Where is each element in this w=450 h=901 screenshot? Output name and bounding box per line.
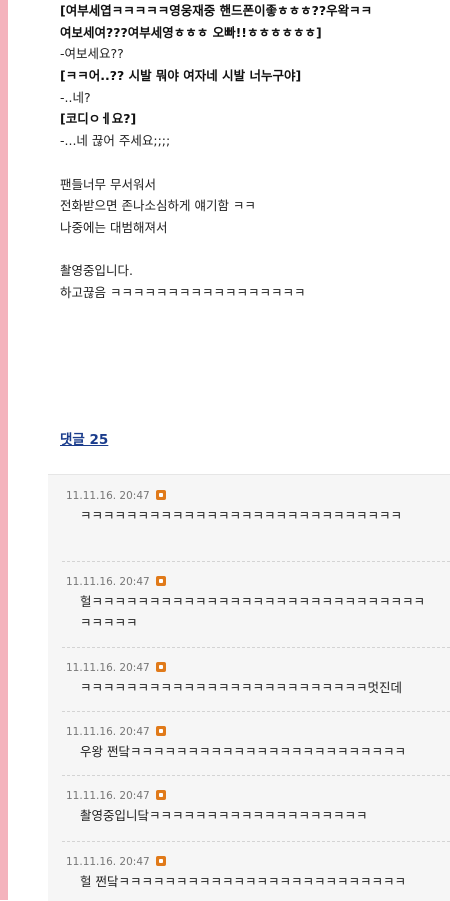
comment-divider: [62, 561, 450, 562]
comment-text: 헐 쩐닼ㅋㅋㅋㅋㅋㅋㅋㅋㅋㅋㅋㅋㅋㅋㅋㅋㅋㅋㅋㅋㅋㅋㅋㅋㅋ: [80, 874, 406, 889]
comments-count-link[interactable]: 댓글 25: [60, 428, 108, 448]
comment-text: 촬영중입니닼ㅋㅋㅋㅋㅋㅋㅋㅋㅋㅋㅋㅋㅋㅋㅋㅋㅋㅋㅋ: [80, 808, 368, 823]
post-text-line: -..네?: [60, 89, 91, 105]
comment-text: ㅋㅋㅋㅋㅋㅋㅋㅋㅋㅋㅋㅋㅋㅋㅋㅋㅋㅋㅋㅋㅋㅋㅋㅋㅋ멋진데: [80, 680, 403, 695]
post-text-line: 하고끊음 ㅋㅋㅋㅋㅋㅋㅋㅋㅋㅋㅋㅋㅋㅋㅋㅋㅋ: [60, 284, 306, 300]
reply-icon[interactable]: [155, 726, 166, 736]
post-text-line: 팬들너무 무서워서: [60, 176, 156, 192]
comment-divider: [62, 711, 450, 712]
post-text-line: 촬영중입니다.: [60, 263, 133, 279]
comment-timestamp: 11.11.16. 20:47: [66, 662, 150, 674]
comment-meta: 11.11.16. 20:47: [66, 487, 450, 505]
comment-meta: 11.11.16. 20:47: [66, 787, 450, 805]
comment-item: 11.11.16. 20:47 ㅋㅋㅋㅋㅋㅋㅋㅋㅋㅋㅋㅋㅋㅋㅋㅋㅋㅋㅋㅋㅋㅋㅋㅋㅋ…: [66, 487, 450, 526]
left-border-stripe: [0, 0, 8, 900]
comment-timestamp: 11.11.16. 20:47: [66, 856, 150, 868]
comment-item: 11.11.16. 20:47 우왕 쩐닼ㅋㅋㅋㅋㅋㅋㅋㅋㅋㅋㅋㅋㅋㅋㅋㅋㅋㅋㅋㅋ…: [66, 723, 450, 762]
comment-text: 우왕 쩐닼ㅋㅋㅋㅋㅋㅋㅋㅋㅋㅋㅋㅋㅋㅋㅋㅋㅋㅋㅋㅋㅋㅋㅋㅋ: [80, 744, 406, 759]
reply-icon[interactable]: [155, 856, 166, 866]
comment-timestamp: 11.11.16. 20:47: [66, 490, 150, 502]
comment-timestamp: 11.11.16. 20:47: [66, 726, 150, 738]
comment-item: 11.11.16. 20:47 촬영중입니닼ㅋㅋㅋㅋㅋㅋㅋㅋㅋㅋㅋㅋㅋㅋㅋㅋㅋㅋㅋ: [66, 787, 450, 826]
comment-meta: 11.11.16. 20:47: [66, 723, 450, 741]
post-text-line: [ㅋㅋ어..?? 시발 뭐야 여자네 시발 너누구야]: [60, 68, 302, 84]
comment-list: 11.11.16. 20:47 ㅋㅋㅋㅋㅋㅋㅋㅋㅋㅋㅋㅋㅋㅋㅋㅋㅋㅋㅋㅋㅋㅋㅋㅋㅋ…: [48, 474, 450, 901]
comment-divider: [62, 841, 450, 842]
post-text-line: -여보세요??: [60, 46, 124, 62]
post-text-line: 나중에는 대범해져서: [60, 219, 168, 235]
reply-icon[interactable]: [155, 790, 166, 800]
post-text-line: [여부세엽ㅋㅋㅋㅋㅋ영웅재중 핸드폰이좋ㅎㅎㅎ??우왁ㅋㅋ: [60, 3, 373, 18]
comment-timestamp: 11.11.16. 20:47: [66, 576, 150, 588]
comment-timestamp: 11.11.16. 20:47: [66, 790, 150, 802]
reply-icon[interactable]: [155, 490, 166, 500]
post-text-line: -...네 끊어 주세요;;;;: [60, 133, 171, 149]
comment-meta: 11.11.16. 20:47: [66, 659, 450, 677]
comment-meta: 11.11.16. 20:47: [66, 853, 450, 871]
comment-divider: [62, 775, 450, 776]
comment-text: ㅋㅋㅋㅋㅋㅋㅋㅋㅋㅋㅋㅋㅋㅋㅋㅋㅋㅋㅋㅋㅋㅋㅋㅋㅋㅋㅋㅋ: [80, 508, 403, 523]
comment-divider: [62, 647, 450, 648]
post-text-line: 전화받으면 존나소심하게 얘기함 ㅋㅋ: [60, 198, 256, 214]
post-text-line: [코디ㅇㅔ요?]: [60, 111, 137, 127]
comment-text: ㅋㅋㅋㅋㅋ: [80, 615, 138, 630]
comment-item: 11.11.16. 20:47 ㅋㅋㅋㅋㅋㅋㅋㅋㅋㅋㅋㅋㅋㅋㅋㅋㅋㅋㅋㅋㅋㅋㅋㅋㅋ…: [66, 659, 450, 698]
post-text-line: 여보세여???여부세영ㅎㅎㅎ 오빠!!ㅎㅎㅎㅎㅎㅎ]: [60, 24, 322, 40]
reply-icon[interactable]: [155, 662, 166, 672]
reply-icon[interactable]: [155, 576, 166, 586]
comment-meta: 11.11.16. 20:47: [66, 573, 450, 591]
post-body: [여부세엽ㅋㅋㅋㅋㅋ영웅재중 핸드폰이좋ㅎㅎㅎ??우왁ㅋㅋ 여보세여???여부세영…: [60, 0, 450, 304]
comment-text: 헐ㅋㅋㅋㅋㅋㅋㅋㅋㅋㅋㅋㅋㅋㅋㅋㅋㅋㅋㅋㅋㅋㅋㅋㅋㅋㅋㅋㅋㅋ: [80, 594, 426, 609]
comment-item: 11.11.16. 20:47 헐ㅋㅋㅋㅋㅋㅋㅋㅋㅋㅋㅋㅋㅋㅋㅋㅋㅋㅋㅋㅋㅋㅋㅋㅋ…: [66, 573, 450, 633]
comment-item: 11.11.16. 20:47 헐 쩐닼ㅋㅋㅋㅋㅋㅋㅋㅋㅋㅋㅋㅋㅋㅋㅋㅋㅋㅋㅋㅋㅋ…: [66, 853, 450, 892]
